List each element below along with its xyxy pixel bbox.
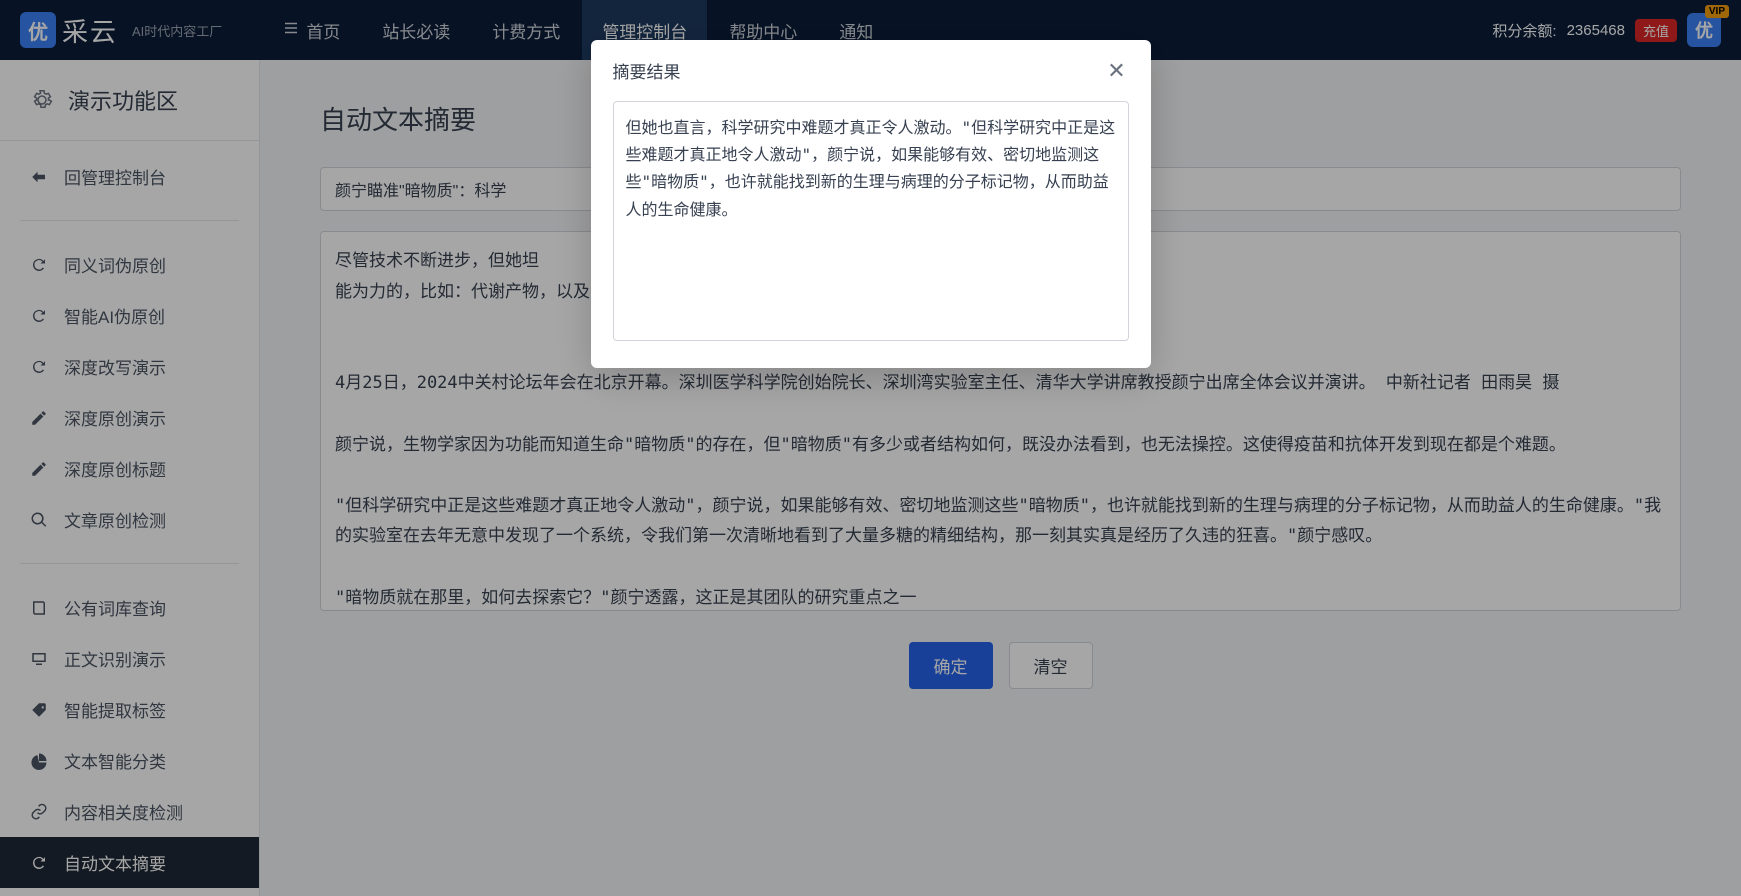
close-icon[interactable]: ✕ <box>1105 59 1129 83</box>
modal-header: 摘要结果 ✕ <box>591 40 1151 101</box>
modal-overlay[interactable]: 摘要结果 ✕ <box>0 0 1741 896</box>
modal: 摘要结果 ✕ <box>591 40 1151 368</box>
modal-title: 摘要结果 <box>613 58 681 83</box>
modal-result-textarea[interactable] <box>613 101 1129 341</box>
